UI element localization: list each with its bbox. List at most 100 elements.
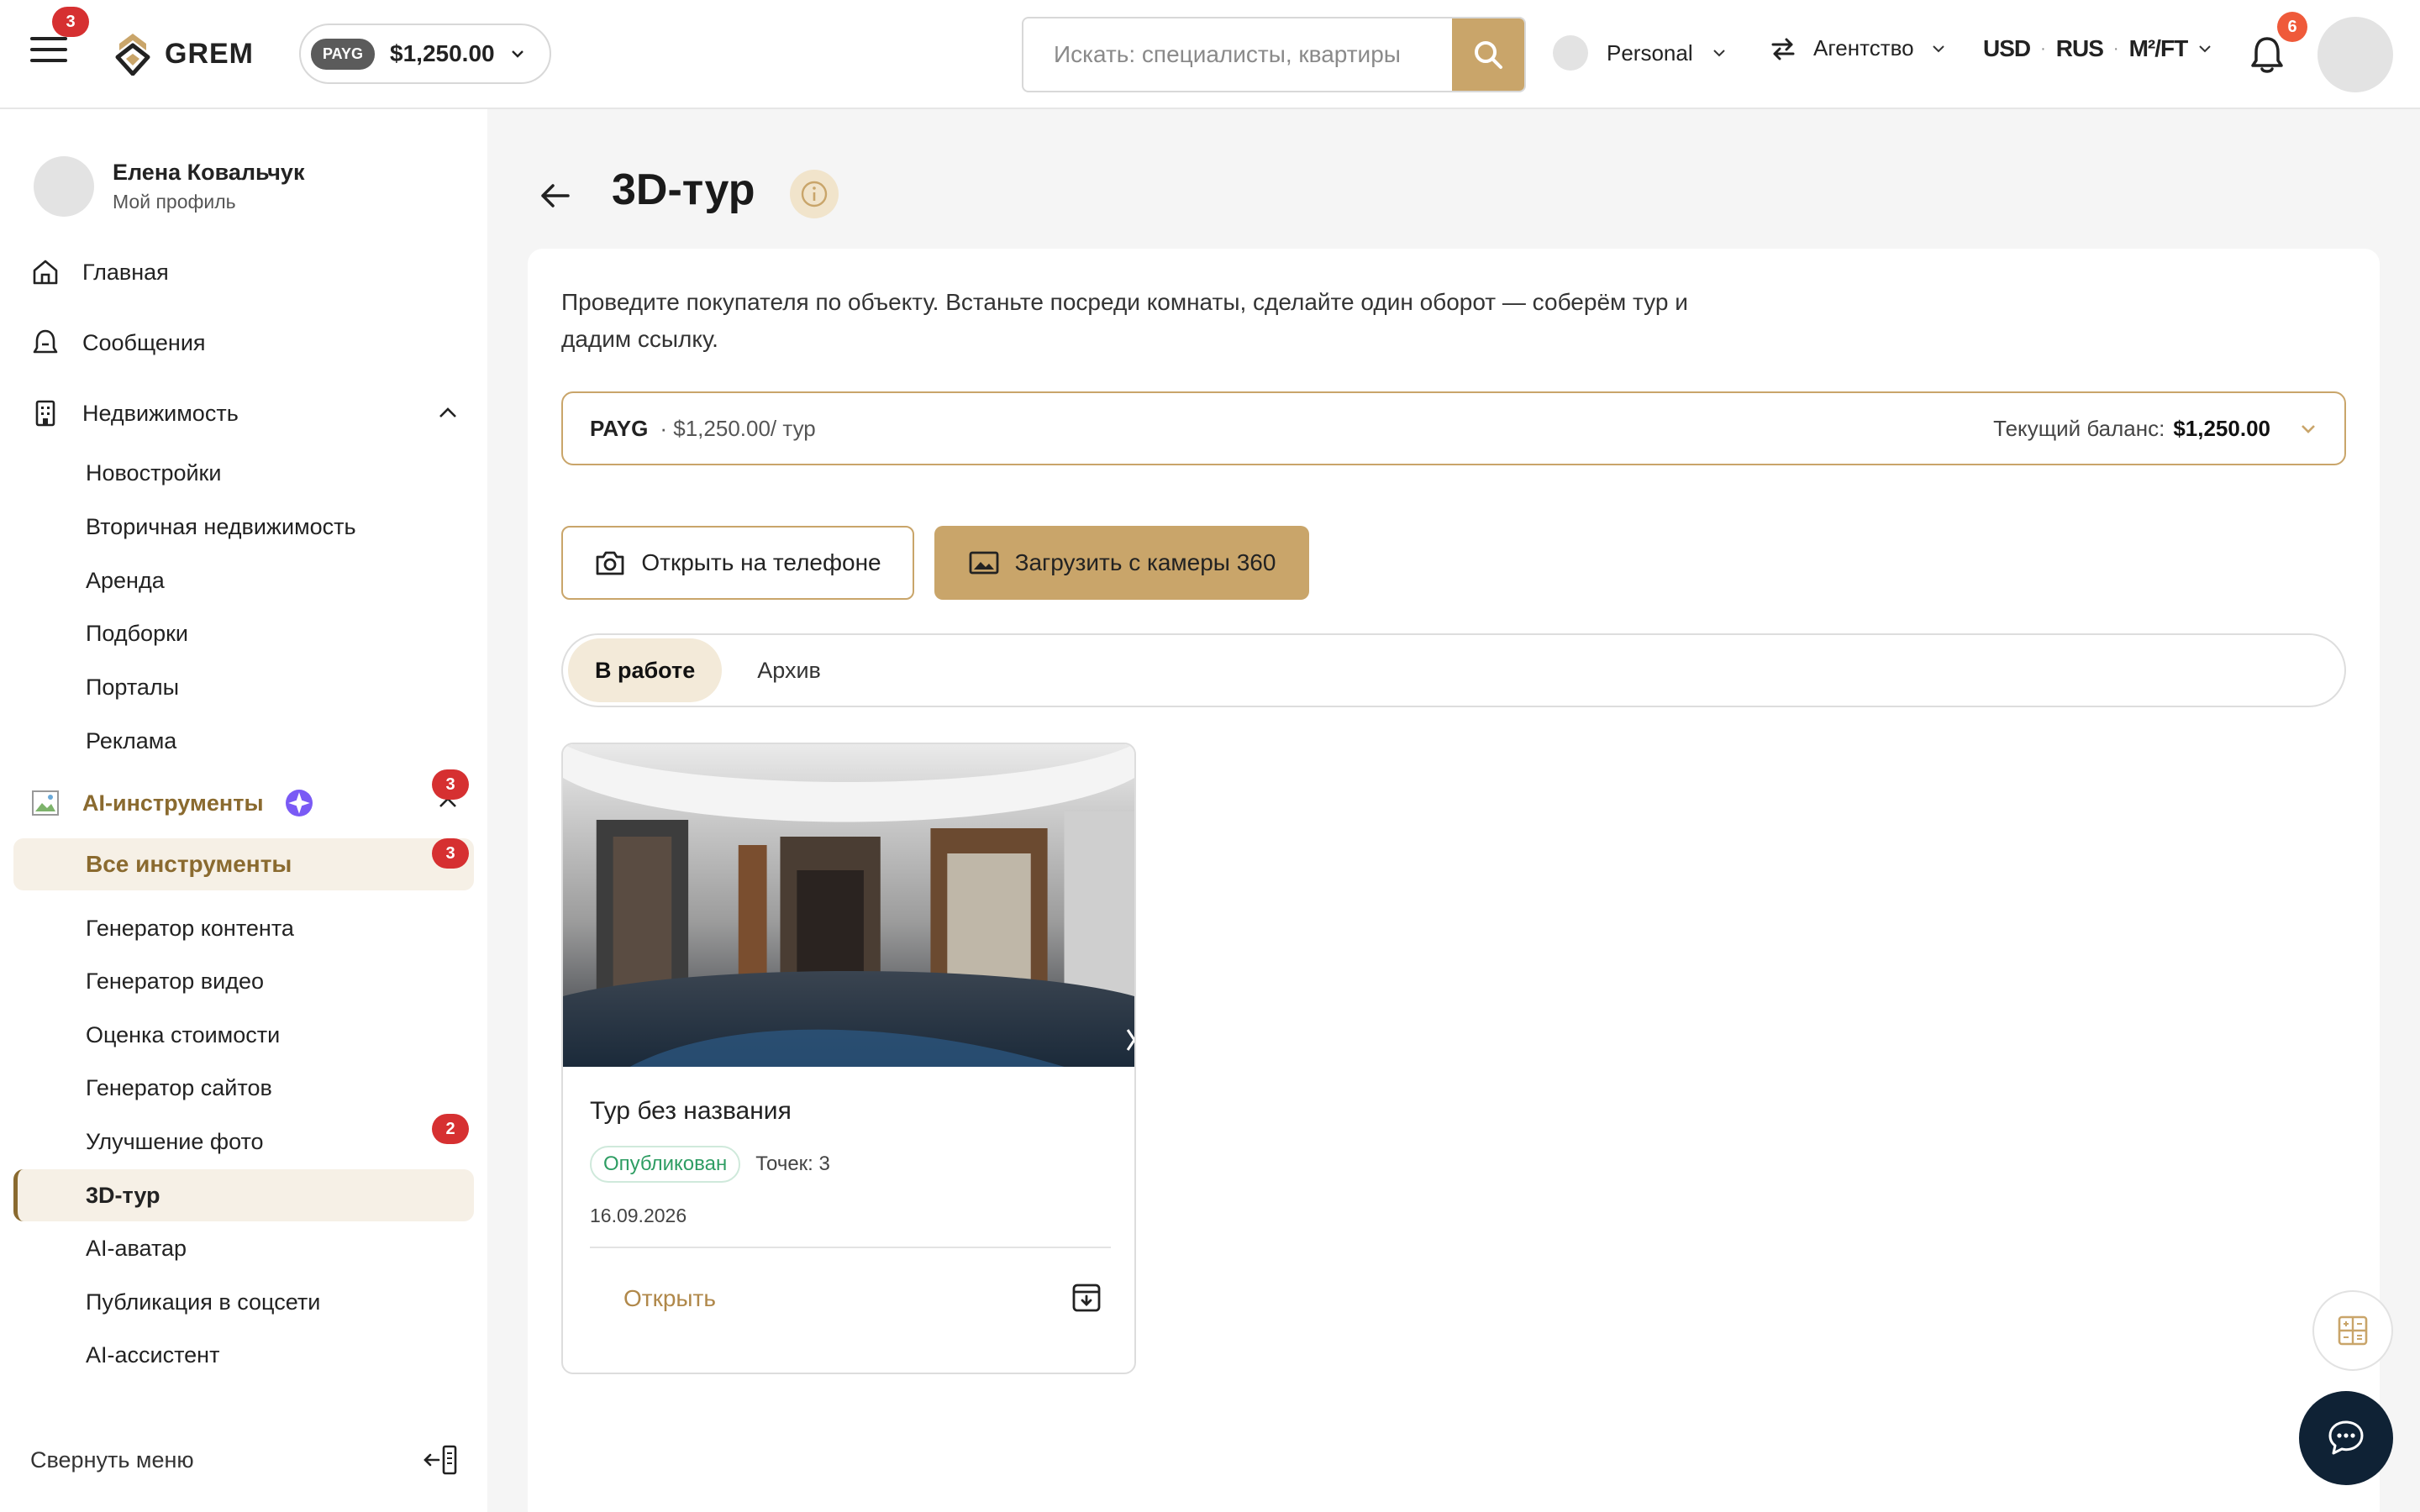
open-on-phone-button[interactable]: Открыть на телефоне (561, 526, 914, 600)
page-title: 3D-тур (612, 165, 755, 214)
sidebar-sub-photo-enhance[interactable]: Улучшение фото (86, 1121, 264, 1163)
chat-icon (2328, 1420, 2364, 1455)
sidebar-sub-rent[interactable]: Аренда (86, 559, 165, 601)
tour-title: Тур без названия (590, 1097, 792, 1125)
logo-text: GREM (165, 37, 254, 70)
calculator-button[interactable] (2312, 1290, 2393, 1371)
unit-label: M²/FT (2128, 35, 2189, 61)
active-item-highlight (13, 1169, 474, 1221)
sidebar-sub-content-gen[interactable]: Генератор контента (86, 907, 294, 949)
info-icon (801, 181, 828, 207)
sidebar-sub-all-tools[interactable]: Все инструменты (86, 843, 292, 885)
sidebar-item-ai-tools[interactable]: AI-инструменты (30, 778, 459, 828)
sidebar-sub-video-gen[interactable]: Генератор видео (86, 960, 264, 1002)
sidebar-item-messages[interactable]: Сообщения (30, 318, 206, 368)
sidebar-sub-social-publish[interactable]: Публикация в соцсети (86, 1281, 320, 1323)
language-label: RUS (2055, 35, 2104, 61)
upload-360-button[interactable]: Загрузить с камеры 360 (934, 526, 1309, 600)
separator-dot: · (2112, 39, 2119, 58)
search-button[interactable] (1452, 18, 1524, 91)
user-avatar[interactable] (2317, 17, 2393, 92)
open-tour-link[interactable]: Открыть (623, 1285, 716, 1312)
tour-meta: Опубликован Точек: 3 (590, 1146, 830, 1183)
calculator-icon (2338, 1315, 2368, 1346)
back-arrow-icon[interactable] (536, 176, 575, 215)
bell-icon[interactable] (2249, 34, 2286, 76)
tour-tabs: В работе Архив (561, 633, 2346, 707)
plan-selector[interactable]: PAYG · $1,250.00/ тур Текущий баланс: $1… (561, 391, 2346, 465)
balance-label: Текущий баланс: (1993, 415, 2165, 441)
points-count: Точек: 3 (755, 1152, 830, 1175)
image-placeholder-icon (32, 790, 59, 816)
tour-panel: Проведите покупателя по объекту. Встаньт… (528, 249, 2380, 1512)
user-profile-link[interactable]: Елена Ковальчук Мой профиль (34, 156, 304, 217)
chevron-down-icon (1932, 45, 1944, 52)
sidebar-sub-3d-tour[interactable]: 3D-тур (86, 1174, 160, 1216)
photo-enhance-badge: 2 (432, 1114, 469, 1144)
sidebar-sub-ai-avatar[interactable]: AI-аватар (86, 1227, 187, 1269)
separator-dot: · (2040, 39, 2046, 58)
sidebar-sub-ads[interactable]: Реклама (86, 720, 176, 762)
menu-badge: 3 (52, 7, 89, 37)
current-balance: Текущий баланс: $1,250.00 (1993, 416, 2317, 442)
chevron-down-icon (2302, 425, 2315, 433)
camera-icon (596, 551, 624, 575)
top-header: 3 GREM PAYG $1,250.00 Personal (0, 0, 2420, 109)
menu-icon[interactable] (30, 37, 67, 67)
sidebar-sub-valuation[interactable]: Оценка стоимости (86, 1014, 280, 1056)
sidebar-sub-portals[interactable]: Порталы (86, 666, 179, 708)
notification-badge: 6 (2277, 12, 2307, 42)
currency-label: USD (1983, 35, 2031, 61)
sidebar-item-home[interactable]: Главная (30, 247, 169, 297)
sidebar-sub-new-buildings[interactable]: Новостройки (86, 452, 221, 494)
chat-button[interactable] (2299, 1391, 2393, 1485)
locale-selector[interactable]: USD · RUS · M²/FT (1983, 35, 2212, 62)
home-icon (33, 260, 58, 285)
sidebar-item-realty[interactable]: Недвижимость (30, 388, 459, 438)
sidebar-item-label: AI-инструменты (82, 790, 264, 816)
upload-360-label: Загрузить с камеры 360 (1014, 549, 1276, 575)
search-bar (1022, 17, 1526, 92)
agency-label: Агентство (1813, 35, 1914, 60)
search-input[interactable] (1023, 18, 1452, 91)
profile-avatar (1553, 35, 1588, 71)
tour-preview-image (563, 744, 1134, 1067)
sidebar-sub-secondary[interactable]: Вторичная недвижимость (86, 506, 356, 548)
ai-tools-badge: 3 (432, 769, 469, 800)
sidebar-sub-site-gen[interactable]: Генератор сайтов (86, 1067, 272, 1109)
profile-label: Personal (1607, 39, 1693, 66)
tab-archive[interactable]: Архив (730, 638, 848, 702)
balance-selector[interactable]: PAYG $1,250.00 (299, 24, 551, 84)
profile-switcher[interactable]: Personal (1553, 35, 1727, 71)
status-badge: Опубликован (590, 1146, 741, 1183)
all-tools-badge: 3 (432, 838, 469, 869)
building-icon (35, 400, 55, 427)
sidebar: Елена Ковальчук Мой профиль Главная Сооб… (0, 109, 487, 1512)
archive-icon[interactable] (1071, 1282, 1102, 1314)
tour-card[interactable]: Тур без названия Опубликован Точек: 3 16… (561, 743, 1136, 1374)
open-on-phone-label: Открыть на телефоне (641, 549, 881, 575)
sidebar-sub-collections[interactable]: Подборки (86, 612, 188, 654)
search-icon (1475, 41, 1502, 69)
balance-amount: $1,250.00 (390, 40, 495, 66)
collapse-sidebar-icon (424, 1445, 457, 1475)
main-content: 3D-тур Проведите покупателя по объекту. … (487, 109, 2420, 1512)
tour-date: 16.09.2026 (590, 1205, 687, 1226)
plan-name: PAYG (590, 415, 649, 441)
tab-in-progress[interactable]: В работе (568, 638, 723, 702)
divider (590, 1247, 1111, 1248)
agency-switcher[interactable]: Агентство (1770, 35, 1946, 61)
collapse-menu-button[interactable]: Свернуть меню (30, 1443, 459, 1477)
plan-price: · $1,250.00/ тур (660, 415, 816, 441)
sidebar-item-label: Недвижимость (82, 400, 239, 426)
balance-value: $1,250.00 (2173, 415, 2270, 441)
sidebar-item-label: Главная (82, 259, 169, 285)
user-profile-label: Мой профиль (113, 191, 236, 213)
avatar (34, 156, 94, 217)
chevron-up-icon (439, 407, 456, 417)
logo[interactable]: GREM (113, 32, 254, 76)
sidebar-sub-ai-assistant[interactable]: AI-ассистент (86, 1334, 219, 1376)
image-icon (969, 551, 998, 575)
chevron-down-icon (2199, 45, 2211, 53)
info-button[interactable] (790, 170, 839, 218)
